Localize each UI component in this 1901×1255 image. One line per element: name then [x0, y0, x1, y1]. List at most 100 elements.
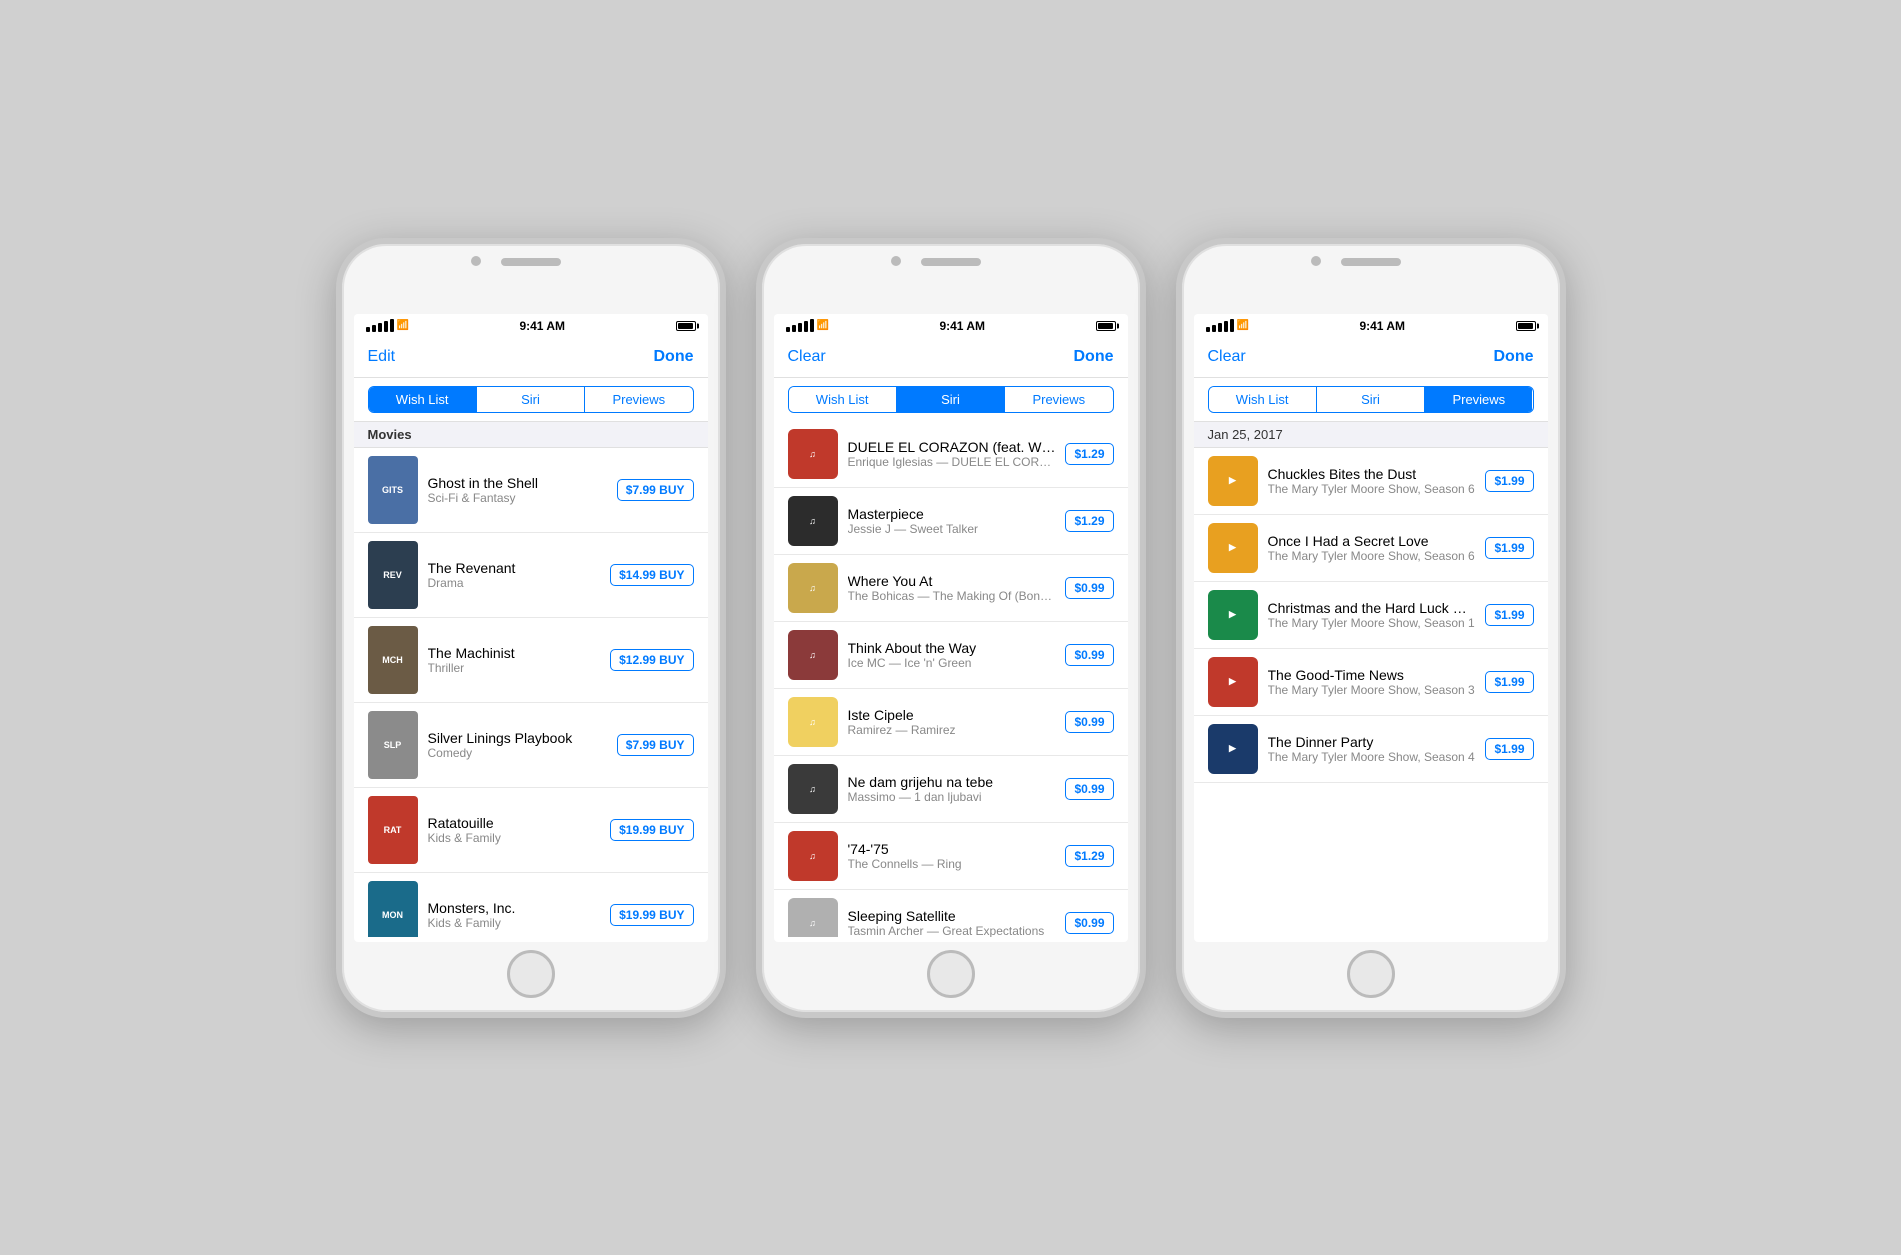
price-button[interactable]: $19.99 BUY: [610, 904, 693, 926]
price-button[interactable]: $7.99 BUY: [617, 734, 694, 756]
segment-bar-2: Wish List Siri Previews: [774, 378, 1128, 421]
price-button[interactable]: $1.99: [1485, 738, 1533, 760]
price-button[interactable]: $1.29: [1065, 845, 1113, 867]
phone-1: 📶 9:41 AM Edit Done Wish List Siri Previ…: [336, 238, 726, 1018]
content-scroll-2[interactable]: ♫ DUELE EL CORAZON (feat. Wisin) Enrique…: [774, 421, 1128, 937]
price-button[interactable]: $1.29: [1065, 510, 1113, 532]
price-button[interactable]: $14.99 BUY: [610, 564, 693, 586]
list-item: ▶ Christmas and the Hard Luck Kid II The…: [1194, 582, 1548, 649]
item-thumb: ♫: [788, 898, 838, 937]
item-subtitle: Comedy: [428, 746, 607, 760]
list-item: ▶ Chuckles Bites the Dust The Mary Tyler…: [1194, 448, 1548, 515]
segment-control-1: Wish List Siri Previews: [368, 386, 694, 413]
item-title: Where You At: [848, 573, 1056, 589]
item-info: Ghost in the Shell Sci-Fi & Fantasy: [428, 475, 607, 505]
item-thumb: ♫: [788, 496, 838, 546]
segment-wishlist-2[interactable]: Wish List: [789, 387, 896, 412]
item-subtitle: The Bohicas — The Making Of (Bonus Tra..…: [848, 589, 1056, 603]
item-subtitle: Massimo — 1 dan ljubavi: [848, 790, 1056, 804]
item-info: Think About the Way Ice MC — Ice 'n' Gre…: [848, 640, 1056, 670]
price-button[interactable]: $7.99 BUY: [617, 479, 694, 501]
item-subtitle: Enrique Iglesias — DUELE EL CORAZON (f..…: [848, 455, 1056, 469]
item-subtitle: The Mary Tyler Moore Show, Season 6: [1268, 482, 1476, 496]
price-button[interactable]: $0.99: [1065, 711, 1113, 733]
item-info: Sleeping Satellite Tasmin Archer — Great…: [848, 908, 1056, 937]
phone-3-screen: 📶 9:41 AM Clear Done Wish List Siri Prev…: [1194, 314, 1548, 942]
item-title: Ghost in the Shell: [428, 475, 607, 491]
status-bar-2: 📶 9:41 AM: [774, 314, 1128, 338]
item-info: Monsters, Inc. Kids & Family: [428, 900, 601, 930]
status-time-1: 9:41 AM: [519, 319, 565, 333]
item-subtitle: Ramirez — Ramirez: [848, 723, 1056, 737]
list-item: ♫ Ne dam grijehu na tebe Massimo — 1 dan…: [774, 756, 1128, 823]
item-subtitle: The Mary Tyler Moore Show, Season 1: [1268, 616, 1476, 630]
signal-dots: [366, 319, 394, 332]
item-title: The Machinist: [428, 645, 601, 661]
item-thumb: ♫: [788, 697, 838, 747]
item-info: DUELE EL CORAZON (feat. Wisin) Enrique I…: [848, 439, 1056, 469]
item-thumb: ♫: [788, 429, 838, 479]
item-info: The Revenant Drama: [428, 560, 601, 590]
item-subtitle: The Connells — Ring: [848, 857, 1056, 871]
segment-previews-2[interactable]: Previews: [1004, 387, 1112, 412]
item-subtitle: Thriller: [428, 661, 601, 675]
price-button[interactable]: $0.99: [1065, 577, 1113, 599]
nav-bar-3: Clear Done: [1194, 338, 1548, 378]
item-title: Ratatouille: [428, 815, 601, 831]
item-subtitle: Ice MC — Ice 'n' Green: [848, 656, 1056, 670]
segment-wishlist-3[interactable]: Wish List: [1209, 387, 1316, 412]
price-button[interactable]: $0.99: [1065, 778, 1113, 800]
wifi-icon-3: 📶: [1237, 320, 1249, 331]
item-thumb: ▶: [1208, 590, 1258, 640]
list-item: ♫ Think About the Way Ice MC — Ice 'n' G…: [774, 622, 1128, 689]
list-item: ▶ Once I Had a Secret Love The Mary Tyle…: [1194, 515, 1548, 582]
price-button[interactable]: $1.99: [1485, 604, 1533, 626]
price-button[interactable]: $19.99 BUY: [610, 819, 693, 841]
signal-area: 📶: [366, 319, 409, 332]
segment-previews-3[interactable]: Previews: [1424, 387, 1532, 412]
price-button[interactable]: $1.99: [1485, 470, 1533, 492]
content-scroll-3[interactable]: Jan 25, 2017 ▶ Chuckles Bites the Dust T…: [1194, 421, 1548, 937]
price-button[interactable]: $1.99: [1485, 537, 1533, 559]
signal-area-3: 📶: [1206, 319, 1249, 332]
item-info: '74-'75 The Connells — Ring: [848, 841, 1056, 871]
home-button-3[interactable]: [1347, 950, 1395, 998]
edit-button[interactable]: Edit: [368, 348, 396, 366]
home-button-2[interactable]: [927, 950, 975, 998]
item-thumb: ♫: [788, 563, 838, 613]
item-subtitle: Sci-Fi & Fantasy: [428, 491, 607, 505]
clear-button-2[interactable]: Clear: [788, 348, 826, 366]
content-scroll-1[interactable]: Movies GITS Ghost in the Shell Sci-Fi & …: [354, 421, 708, 937]
wifi-icon: 📶: [397, 320, 409, 331]
item-title: DUELE EL CORAZON (feat. Wisin): [848, 439, 1056, 455]
signal-dots-3: [1206, 319, 1234, 332]
item-title: The Dinner Party: [1268, 734, 1476, 750]
status-time-3: 9:41 AM: [1359, 319, 1405, 333]
done-button-2[interactable]: Done: [1074, 348, 1114, 366]
battery-area-3: [1516, 321, 1536, 331]
item-thumb: ▶: [1208, 456, 1258, 506]
item-thumb: ♫: [788, 831, 838, 881]
segment-siri-2[interactable]: Siri: [896, 387, 1004, 412]
segment-siri-3[interactable]: Siri: [1316, 387, 1424, 412]
item-info: The Machinist Thriller: [428, 645, 601, 675]
clear-button-3[interactable]: Clear: [1208, 348, 1246, 366]
price-button[interactable]: $1.29: [1065, 443, 1113, 465]
item-title: Ne dam grijehu na tebe: [848, 774, 1056, 790]
done-button-3[interactable]: Done: [1494, 348, 1534, 366]
segment-wishlist-1[interactable]: Wish List: [369, 387, 476, 412]
price-button[interactable]: $1.99: [1485, 671, 1533, 693]
nav-bar-2: Clear Done: [774, 338, 1128, 378]
segment-previews-1[interactable]: Previews: [584, 387, 692, 412]
home-button-1[interactable]: [507, 950, 555, 998]
item-thumb: SLP: [368, 711, 418, 779]
price-button[interactable]: $0.99: [1065, 912, 1113, 934]
item-info: Christmas and the Hard Luck Kid II The M…: [1268, 600, 1476, 630]
price-button[interactable]: $12.99 BUY: [610, 649, 693, 671]
item-title: Silver Linings Playbook: [428, 730, 607, 746]
list-item: RAT Ratatouille Kids & Family $19.99 BUY: [354, 788, 708, 873]
done-button-1[interactable]: Done: [654, 348, 694, 366]
segment-siri-1[interactable]: Siri: [476, 387, 584, 412]
item-thumb: ▶: [1208, 724, 1258, 774]
price-button[interactable]: $0.99: [1065, 644, 1113, 666]
